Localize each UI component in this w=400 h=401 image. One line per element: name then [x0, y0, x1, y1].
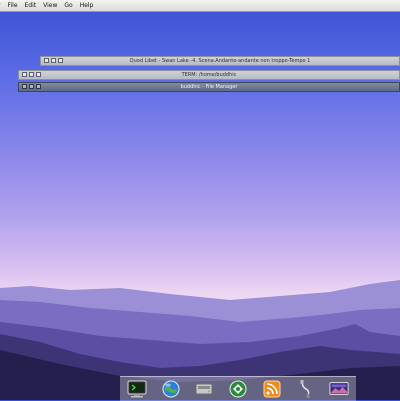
- dock: [120, 376, 356, 401]
- window-title: buddhic - File Manager: [19, 84, 399, 90]
- rss-icon: [263, 380, 281, 398]
- dock-item-drive[interactable]: [194, 379, 214, 399]
- drive-icon: [194, 380, 214, 398]
- close-icon[interactable]: [22, 84, 27, 89]
- menu-bar: r File Edit View Go Help: [0, 0, 400, 12]
- window-quod-libet[interactable]: Quod Libet - Swan Lake -4. Scena.Andante…: [40, 56, 400, 66]
- window-controls: [44, 58, 63, 63]
- dock-item-feeds[interactable]: [262, 379, 282, 399]
- globe-icon: [162, 380, 180, 398]
- menu-item-view[interactable]: View: [43, 0, 57, 11]
- maximize-icon[interactable]: [36, 84, 41, 89]
- window-controls: [22, 72, 41, 77]
- dock-item-photos[interactable]: [329, 379, 349, 399]
- window-title: TERM: /home/buddhic: [19, 72, 399, 78]
- maximize-icon[interactable]: [36, 72, 41, 77]
- maximize-icon[interactable]: [58, 58, 63, 63]
- network-icon: [229, 380, 247, 398]
- dock-item-browser[interactable]: [161, 379, 181, 399]
- minimize-icon[interactable]: [29, 72, 34, 77]
- dock-item-network[interactable]: [228, 379, 248, 399]
- dock-item-terminal[interactable]: [127, 379, 147, 399]
- window-title: Quod Libet - Swan Lake -4. Scena.Andante…: [41, 58, 399, 64]
- menu-item-edit[interactable]: Edit: [25, 0, 37, 11]
- window-terminal[interactable]: TERM: /home/buddhic: [18, 70, 400, 80]
- window-controls: [22, 84, 41, 89]
- close-icon[interactable]: [44, 58, 49, 63]
- minimize-icon[interactable]: [51, 58, 56, 63]
- menu-item-file[interactable]: File: [7, 0, 17, 11]
- photo-icon: [329, 380, 349, 398]
- terminal-icon: [127, 380, 147, 398]
- window-file-manager[interactable]: buddhic - File Manager: [18, 82, 400, 92]
- audio-cable-icon: [298, 379, 312, 399]
- dock-item-audio[interactable]: [295, 379, 315, 399]
- menu-item-help[interactable]: Help: [80, 0, 94, 11]
- menu-item-go[interactable]: Go: [64, 0, 72, 11]
- minimize-icon[interactable]: [29, 84, 34, 89]
- close-icon[interactable]: [22, 72, 27, 77]
